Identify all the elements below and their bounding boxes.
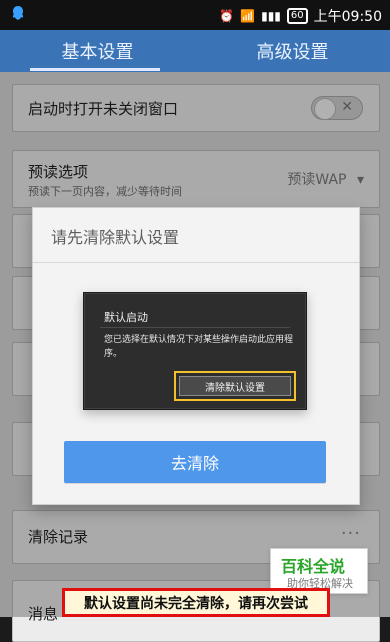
alarm-icon: ⏰: [219, 9, 235, 23]
preview-title: 默认启动: [104, 311, 148, 324]
dialog-title: 请先清除默认设置: [51, 228, 180, 247]
annotation-banner: 默认设置尚未完全清除，请再次尝试: [62, 588, 330, 617]
battery-badge: 60: [286, 8, 308, 24]
top-tabs: 基本设置 高级设置: [0, 30, 390, 72]
preview-divider: [100, 327, 290, 328]
tab-advanced-settings-label: 高级设置: [256, 42, 329, 63]
preview-clear-default-button: 清除默认设置: [179, 376, 291, 396]
status-bar: ⏰ 📶 ▮▮▮ 60 上午09:50: [0, 0, 390, 30]
tab-basic-settings[interactable]: 基本设置: [0, 30, 195, 72]
qq-icon: [10, 5, 26, 23]
watermark-title: 百科全说: [281, 557, 346, 576]
tab-basic-settings-label: 基本设置: [61, 42, 134, 63]
preview-text: 您已选择在默认情况下对某些操作启动此应用程序。: [104, 335, 294, 359]
status-bar-right: ⏰ 📶 ▮▮▮ 60 上午09:50: [219, 6, 382, 26]
go-clear-button[interactable]: 去清除: [64, 441, 326, 483]
default-launch-preview: 默认启动 您已选择在默认情况下对某些操作启动此应用程序。 清除默认设置: [83, 292, 307, 410]
clear-default-dialog: 请先清除默认设置 默认启动 您已选择在默认情况下对某些操作启动此应用程序。 清除…: [32, 207, 360, 505]
dialog-divider: [33, 262, 359, 263]
preview-highlight-frame: 清除默认设置: [174, 371, 296, 401]
active-tab-indicator: [30, 68, 160, 71]
tab-advanced-settings[interactable]: 高级设置: [195, 30, 390, 72]
wifi-icon: 📶: [240, 9, 256, 23]
clock: 上午09:50: [313, 9, 382, 25]
signal-icon: ▮▮▮: [261, 9, 281, 23]
